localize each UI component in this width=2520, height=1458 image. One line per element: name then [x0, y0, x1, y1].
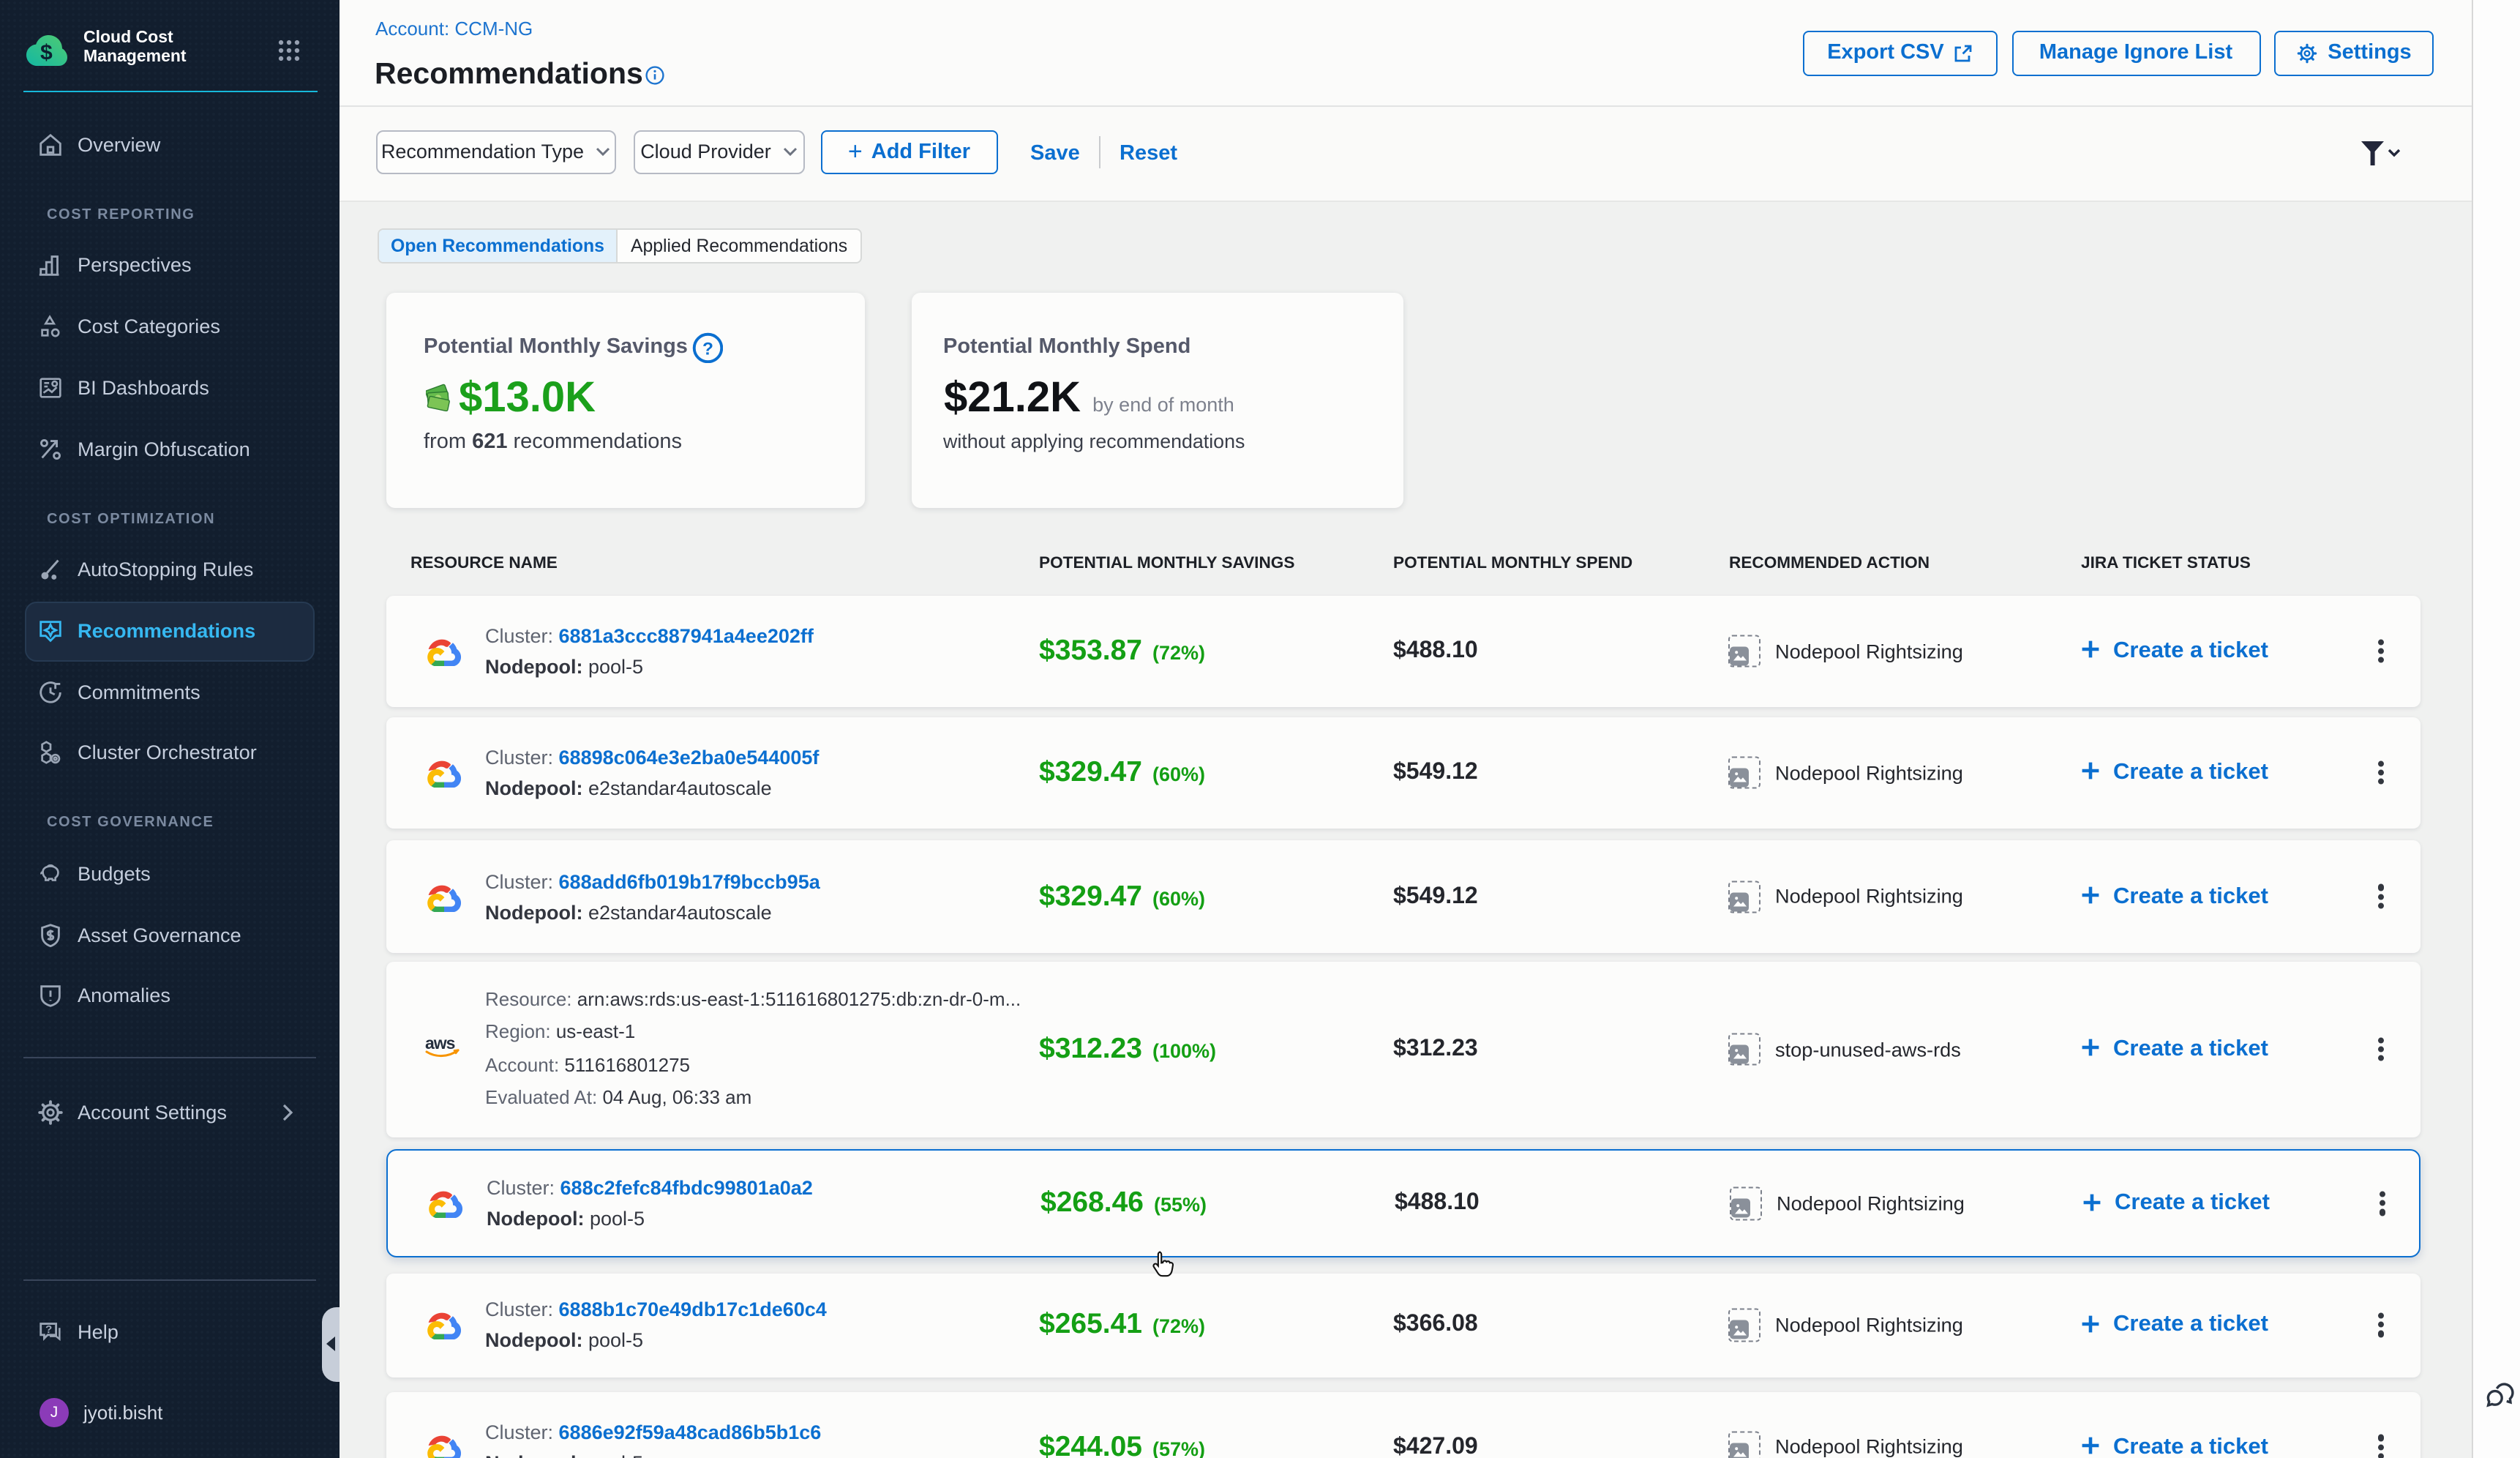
svg-text:aws: aws — [424, 1034, 454, 1052]
svg-text:?: ? — [702, 338, 713, 358]
svg-text:$: $ — [40, 41, 53, 65]
svg-text:?: ? — [45, 1323, 52, 1336]
